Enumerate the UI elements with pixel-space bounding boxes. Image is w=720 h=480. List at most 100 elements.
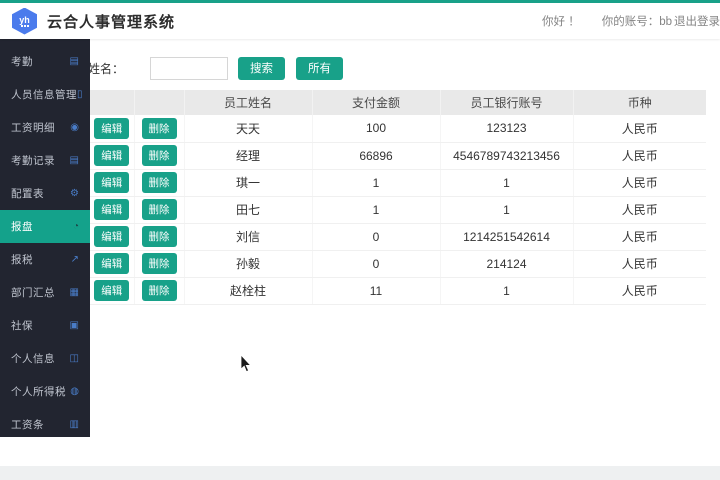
cell-employee-name: 琪一 <box>184 169 312 196</box>
sidebar-item-dept-summary[interactable]: 部门汇总 ▦ <box>0 276 90 309</box>
cell-currency: 人民币 <box>573 169 706 196</box>
cell-pay-amount: 0 <box>312 223 440 250</box>
sidebar-item-label: 报税 <box>11 252 33 267</box>
payslip-icon: ▥ <box>70 419 79 430</box>
table-header-pay-amount: 支付金额 <box>312 90 440 115</box>
cell-currency: 人民币 <box>573 223 706 250</box>
clock-icon: ◔ <box>73 221 79 232</box>
cell-bank-account: 1 <box>440 196 573 223</box>
delete-button[interactable]: 删除 <box>142 118 177 139</box>
sidebar-item-personal-info[interactable]: 个人信息 ◫ <box>0 342 90 375</box>
main-content: 姓名： 搜索 所有 员工姓名 支付金额 员工银行账号 币种 编辑 删除 天天 <box>90 39 720 466</box>
edit-button[interactable]: 编辑 <box>94 118 129 139</box>
sidebar-item-label: 个人信息 <box>11 351 55 366</box>
cell-pay-amount: 1 <box>312 169 440 196</box>
top-accent-line <box>0 0 720 3</box>
info-circle-icon: ◉ <box>70 122 79 133</box>
table-row: 编辑 删除 田七 1 1 人民币 <box>90 196 706 223</box>
cell-employee-name: 田七 <box>184 196 312 223</box>
cell-bank-account: 214124 <box>440 250 573 277</box>
greeting-text: 你好 ！ <box>542 13 580 29</box>
search-button[interactable]: 搜索 <box>238 57 285 80</box>
cell-pay-amount: 66896 <box>312 142 440 169</box>
document-check-icon: ▣ <box>70 320 79 331</box>
cell-employee-name: 赵栓柱 <box>184 277 312 304</box>
sidebar-item-label: 部门汇总 <box>11 285 55 300</box>
mobile-icon: ▯ <box>77 89 83 100</box>
sidebar-item-attendance-record[interactable]: 考勤记录 ▤ <box>0 144 90 177</box>
table-row: 编辑 删除 琪一 1 1 人民币 <box>90 169 706 196</box>
delete-button[interactable]: 删除 <box>142 145 177 166</box>
header-user-area: 你好 ！ 你的账号：bb 退出登录 <box>542 13 720 29</box>
sidebar-item-label: 报盘 <box>11 219 33 234</box>
table-header-edit <box>90 90 134 115</box>
delete-button[interactable]: 删除 <box>142 172 177 193</box>
sidebar-item-config-table[interactable]: 配置表 ⚙ <box>0 177 90 210</box>
cell-currency: 人民币 <box>573 196 706 223</box>
edit-button[interactable]: 编辑 <box>94 145 129 166</box>
bar-chart-icon: ▦ <box>70 287 79 298</box>
trend-icon: ↗ <box>71 254 79 265</box>
sidebar-item-attendance[interactable]: 考勤 ▤ <box>0 45 90 78</box>
edit-button[interactable]: 编辑 <box>94 199 129 220</box>
app-header: yh 云合人事管理系统 你好 ！ 你的账号：bb 退出登录 <box>0 3 720 39</box>
name-search-input[interactable] <box>150 57 228 80</box>
sidebar-item-tax-filing[interactable]: 报税 ↗ <box>0 243 90 276</box>
edit-button[interactable]: 编辑 <box>94 172 129 193</box>
delete-button[interactable]: 删除 <box>142 199 177 220</box>
sidebar-item-label: 社保 <box>11 318 33 333</box>
table-header-delete <box>134 90 184 115</box>
sidebar-item-social-security[interactable]: 社保 ▣ <box>0 309 90 342</box>
table-row: 编辑 删除 经理 66896 4546789743213456 人民币 <box>90 142 706 169</box>
id-card-icon: ◫ <box>70 353 79 364</box>
sidebar-item-label: 工资明细 <box>11 120 55 135</box>
cell-pay-amount: 11 <box>312 277 440 304</box>
sidebar-nav: 考勤 ▤ 人员信息管理 ▯ 工资明细 ◉ 考勤记录 ▤ 配置表 ⚙ 报盘 ◔ 报… <box>0 39 90 437</box>
cell-bank-account: 4546789743213456 <box>440 142 573 169</box>
sidebar-item-income-tax[interactable]: 个人所得税 ◍ <box>0 375 90 408</box>
app-logo-icon: yh <box>12 8 37 35</box>
sidebar-item-label: 配置表 <box>11 186 44 201</box>
cell-pay-amount: 100 <box>312 115 440 142</box>
cell-employee-name: 天天 <box>184 115 312 142</box>
sidebar-item-label: 考勤 <box>11 54 33 69</box>
cell-employee-name: 经理 <box>184 142 312 169</box>
logo-text: yh <box>19 16 30 24</box>
table-header-bank-account: 员工银行账号 <box>440 90 573 115</box>
cell-bank-account: 123123 <box>440 115 573 142</box>
table-row: 编辑 删除 孙毅 0 214124 人民币 <box>90 250 706 277</box>
edit-button[interactable]: 编辑 <box>94 253 129 274</box>
delete-button[interactable]: 删除 <box>142 253 177 274</box>
table-row: 编辑 删除 刘信 0 1214251542614 人民币 <box>90 223 706 250</box>
payroll-table: 员工姓名 支付金额 员工银行账号 币种 编辑 删除 天天 100 123123 … <box>90 90 706 305</box>
logo-dots <box>21 25 29 27</box>
sidebar-item-label: 人员信息管理 <box>11 87 77 102</box>
name-label: 姓名： <box>88 60 124 77</box>
sidebar-item-salary-detail[interactable]: 工资明细 ◉ <box>0 111 90 144</box>
cell-employee-name: 孙毅 <box>184 250 312 277</box>
search-toolbar: 姓名： 搜索 所有 <box>90 56 720 80</box>
sidebar-item-label: 工资条 <box>11 417 44 432</box>
table-header-row: 员工姓名 支付金额 员工银行账号 币种 <box>90 90 706 115</box>
edit-button[interactable]: 编辑 <box>94 226 129 247</box>
sidebar-item-personnel-info[interactable]: 人员信息管理 ▯ <box>0 78 90 111</box>
cell-pay-amount: 0 <box>312 250 440 277</box>
delete-button[interactable]: 删除 <box>142 226 177 247</box>
sidebar-item-payslip[interactable]: 工资条 ▥ <box>0 408 90 441</box>
sidebar-item-label: 考勤记录 <box>11 153 55 168</box>
cell-currency: 人民币 <box>573 115 706 142</box>
sidebar-item-label: 个人所得税 <box>11 384 66 399</box>
document-icon: ▤ <box>70 155 79 166</box>
cell-currency: 人民币 <box>573 277 706 304</box>
cell-bank-account: 1 <box>440 169 573 196</box>
cell-currency: 人民币 <box>573 250 706 277</box>
show-all-button[interactable]: 所有 <box>296 57 343 80</box>
lock-icon: ◍ <box>70 386 79 397</box>
cell-bank-account: 1214251542614 <box>440 223 573 250</box>
edit-button[interactable]: 编辑 <box>94 280 129 301</box>
logout-link[interactable]: 退出登录 <box>674 13 720 29</box>
sidebar-item-report-disk[interactable]: 报盘 ◔ <box>0 210 90 243</box>
footer-band <box>0 466 720 480</box>
delete-button[interactable]: 删除 <box>142 280 177 301</box>
cell-employee-name: 刘信 <box>184 223 312 250</box>
